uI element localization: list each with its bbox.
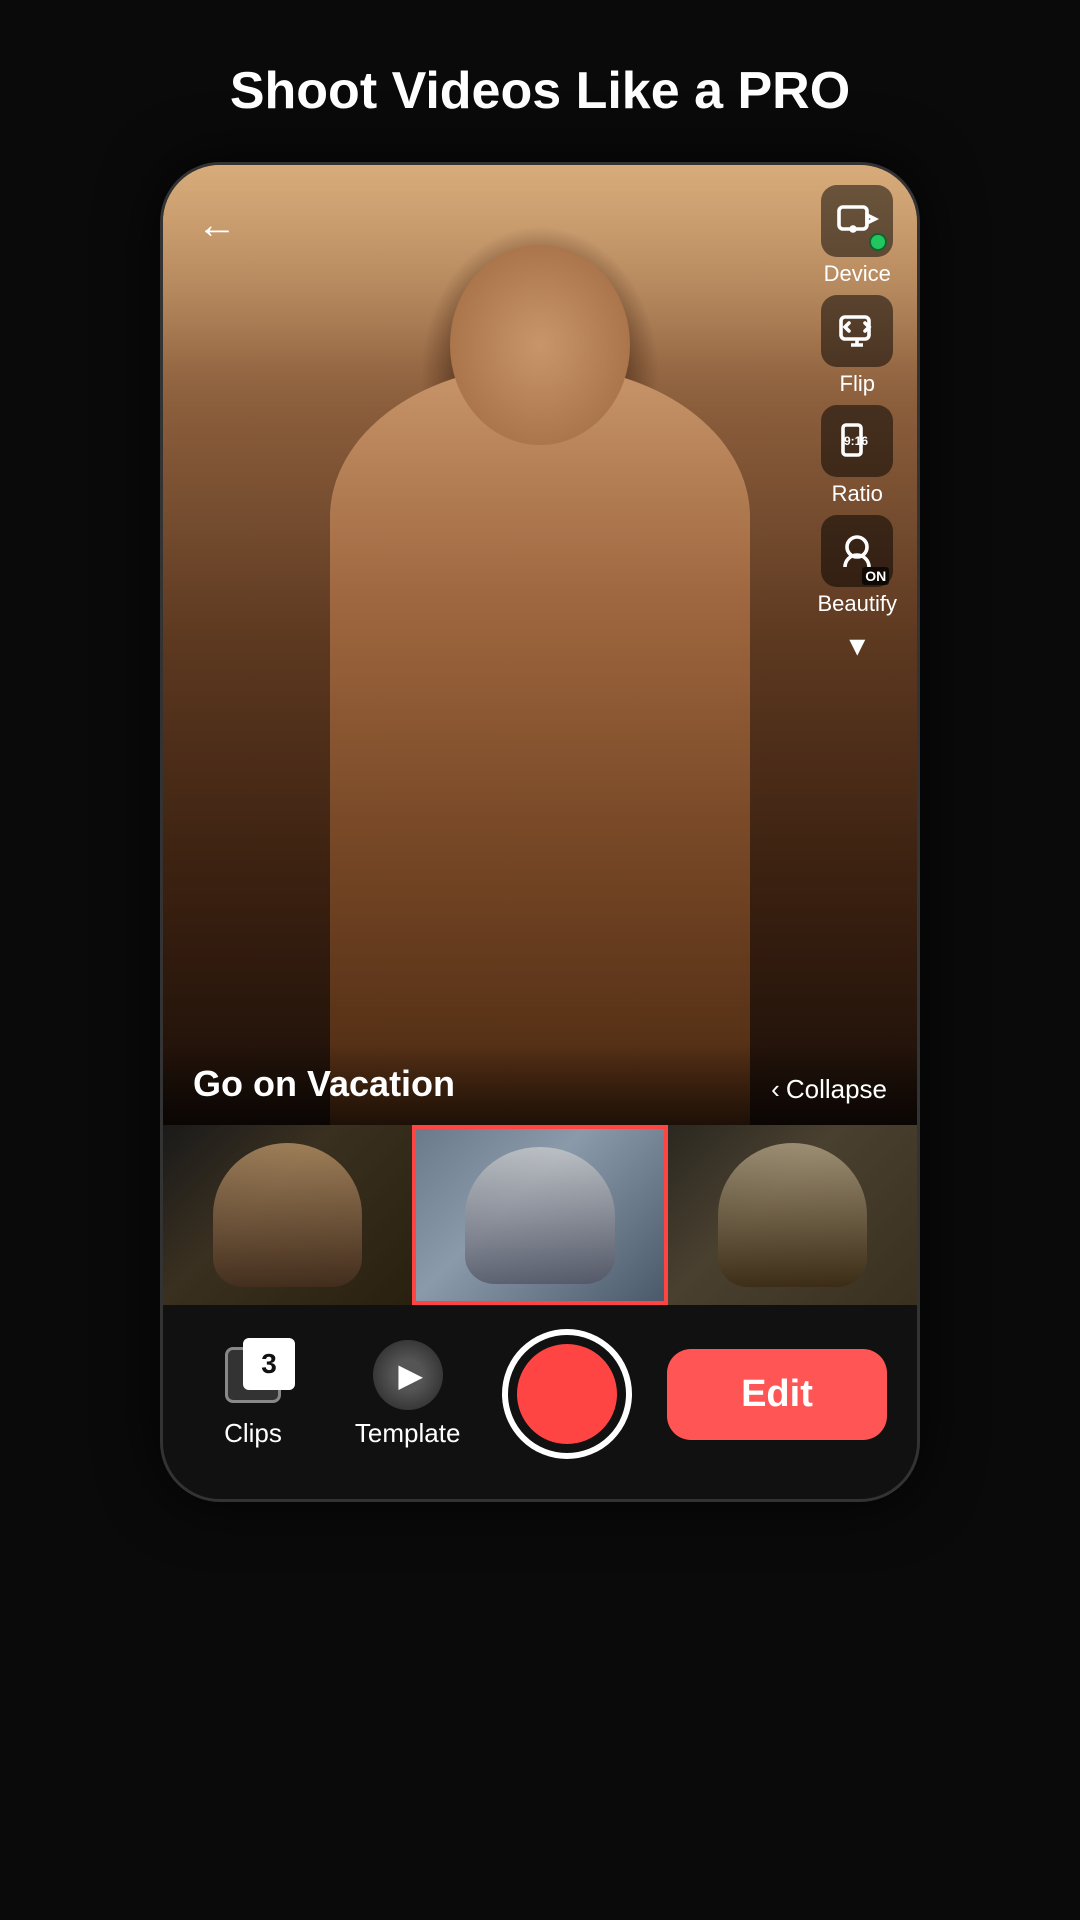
phone-frame: ← Device [160, 162, 920, 1502]
edit-button[interactable]: Edit [667, 1349, 887, 1440]
thumbnail-3[interactable] [668, 1125, 917, 1305]
camera-view: ← Device [163, 165, 917, 1125]
clips-button[interactable]: 3 Clips [193, 1340, 313, 1449]
more-controls-button[interactable]: ▾ [827, 625, 887, 665]
page-title: Shoot Videos Like a PRO [170, 60, 910, 122]
template-play-icon: ▶ [398, 1356, 423, 1394]
bottom-bar: 3 Clips ▶ Template Edit [163, 1305, 917, 1499]
thumb-2-shape [465, 1147, 614, 1285]
thumb-2-person [416, 1129, 665, 1301]
device-control[interactable]: Device [821, 185, 893, 287]
device-label: Device [824, 261, 891, 287]
thumbnail-strip [163, 1125, 917, 1305]
beautify-icon-bg: ON [821, 515, 893, 587]
ratio-label: Ratio [832, 481, 883, 507]
collapse-button[interactable]: ‹ Collapse [771, 1074, 887, 1105]
thumb-3-person [668, 1125, 917, 1305]
ratio-icon: 9:16 [833, 417, 881, 465]
person-head [450, 245, 630, 445]
device-active-dot [869, 233, 887, 251]
right-controls: Device Flip 9:16 [818, 185, 898, 665]
flip-icon [833, 307, 881, 355]
thumb-3-shape [718, 1143, 867, 1287]
flip-icon-bg [821, 295, 893, 367]
thumbnail-1[interactable] [163, 1125, 412, 1305]
svg-text:9:16: 9:16 [844, 434, 868, 448]
flip-control[interactable]: Flip [821, 295, 893, 397]
collapse-label: Collapse [786, 1074, 887, 1105]
beautify-label: Beautify [818, 591, 898, 617]
clips-label: Clips [224, 1418, 282, 1449]
camera-bottom-overlay: Go on Vacation ‹ Collapse [163, 1043, 917, 1125]
template-icon-container: ▶ [368, 1340, 448, 1410]
beautify-control[interactable]: ON Beautify [818, 515, 898, 617]
vacation-label: Go on Vacation [193, 1063, 455, 1105]
template-label: Template [355, 1418, 461, 1449]
record-button[interactable] [502, 1329, 632, 1459]
clips-badge: 3 [243, 1338, 295, 1390]
template-button[interactable]: ▶ Template [348, 1340, 468, 1449]
clips-icon-container: 3 [213, 1340, 293, 1410]
person-silhouette [330, 365, 750, 1125]
record-button-inner [517, 1344, 617, 1444]
thumbnail-2[interactable] [412, 1125, 669, 1305]
device-icon-bg [821, 185, 893, 257]
ratio-control[interactable]: 9:16 Ratio [821, 405, 893, 507]
thumb-1-person [163, 1125, 412, 1305]
collapse-chevron-icon: ‹ [771, 1074, 780, 1105]
thumb-1-shape [213, 1143, 362, 1287]
flip-label: Flip [840, 371, 875, 397]
ratio-icon-bg: 9:16 [821, 405, 893, 477]
beautify-on-badge: ON [862, 567, 889, 585]
template-icon: ▶ [373, 1340, 443, 1410]
clips-count: 3 [261, 1348, 277, 1380]
back-button[interactable]: ← [187, 195, 247, 255]
